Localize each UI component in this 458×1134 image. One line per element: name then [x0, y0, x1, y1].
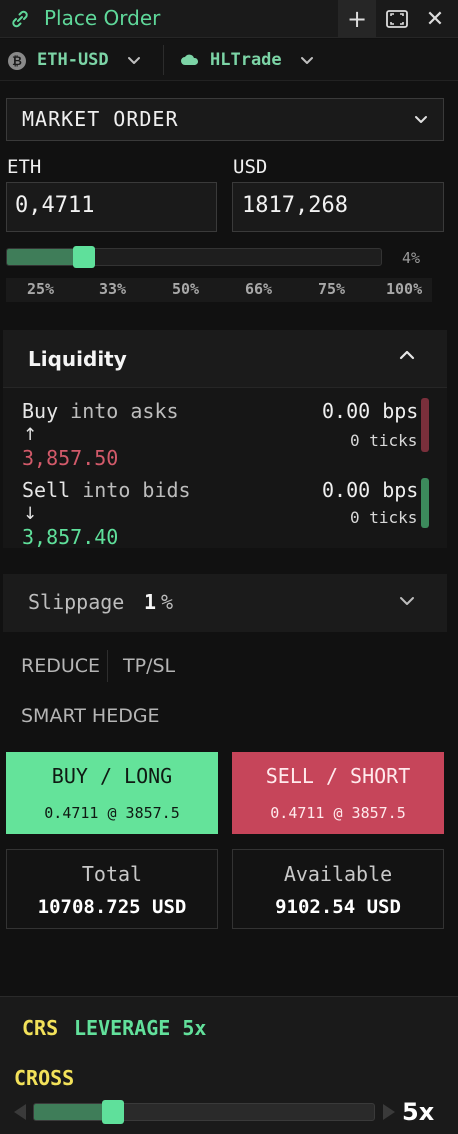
divider — [107, 650, 108, 682]
buy-verb: Buy — [22, 399, 59, 423]
increase-leverage-icon[interactable] — [383, 1104, 395, 1120]
ask-depth-bar — [421, 398, 429, 452]
buy-into-asks-label: Buy into asks — [22, 399, 179, 423]
leverage-slider-fill — [34, 1104, 108, 1120]
liquidity-title: Liquidity — [28, 347, 127, 371]
preset-33[interactable]: 33% — [99, 280, 126, 298]
reduce-toggle[interactable]: REDUCE — [21, 655, 100, 677]
order-type-value: MARKET ORDER — [22, 107, 179, 131]
size-presets — [6, 278, 432, 302]
bitcoin-coin-icon: ₿ — [8, 52, 26, 70]
margin-mode-short[interactable]: CRS — [22, 1016, 58, 1040]
buy-bps-value: 0.00 — [322, 399, 371, 423]
chevron-down-icon[interactable] — [127, 56, 141, 66]
size-percent: 4% — [402, 249, 421, 267]
close-button[interactable]: ✕ — [416, 0, 454, 38]
decrease-leverage-icon[interactable] — [14, 1104, 26, 1120]
leverage-slider-thumb[interactable] — [102, 1100, 124, 1124]
preset-25[interactable]: 25% — [27, 280, 54, 298]
total-box: Total 10708.725 USD — [6, 849, 218, 929]
sell-into-bids-label: Sell into bids — [22, 478, 191, 502]
leverage-label[interactable]: LEVERAGE 5x — [74, 1016, 206, 1040]
maximize-icon — [386, 10, 408, 28]
preset-100[interactable]: 100% — [386, 280, 422, 298]
exchange-selector[interactable]: HLTrade — [210, 50, 282, 70]
quote-amount-value: 1817,268 — [242, 193, 348, 218]
slippage-value: 1 — [144, 590, 157, 614]
smart-hedge-toggle[interactable]: SMART HEDGE — [21, 705, 160, 727]
maximize-button[interactable] — [378, 0, 416, 38]
bid-price: 3,857.40 — [22, 525, 119, 549]
tpsl-toggle[interactable]: TP/SL — [123, 655, 175, 677]
preset-66[interactable]: 66% — [245, 280, 272, 298]
sell-button-detail: 0.4711 @ 3857.5 — [270, 804, 406, 822]
arrow-down-icon: ↓ — [23, 504, 38, 524]
base-label: ETH — [7, 156, 42, 178]
ask-price: 3,857.50 — [22, 446, 119, 470]
sell-ticks: 0 ticks — [350, 508, 418, 527]
chevron-down-icon[interactable] — [399, 596, 415, 607]
buy-rest: into asks — [70, 399, 179, 423]
size-slider-thumb[interactable] — [73, 246, 95, 268]
bid-depth-bar — [421, 478, 429, 528]
buy-button-detail: 0.4711 @ 3857.5 — [44, 804, 180, 822]
buy-button-label: BUY / LONG — [51, 764, 173, 788]
divider — [163, 45, 164, 75]
sell-bps: 0.00 bps — [322, 478, 418, 502]
new-window-button[interactable]: + — [338, 0, 376, 38]
available-value: 9102.54 USD — [275, 896, 401, 918]
size-slider-fill — [7, 249, 79, 265]
chevron-up-icon[interactable] — [398, 349, 416, 361]
margin-mode[interactable]: CROSS — [14, 1066, 74, 1090]
buy-bps: 0.00 bps — [322, 399, 418, 423]
pair-selector[interactable]: ETH-USD — [37, 50, 109, 70]
base-amount-value: 0,4711 — [15, 193, 95, 218]
sell-button-label: SELL / SHORT — [265, 764, 411, 788]
link-icon — [12, 10, 28, 28]
available-box: Available 9102.54 USD — [232, 849, 444, 929]
buy-bps-unit: bps — [382, 399, 419, 423]
chevron-down-icon[interactable] — [300, 56, 314, 66]
sell-verb: Sell — [22, 478, 71, 502]
sell-short-button[interactable]: SELL / SHORT 0.4711 @ 3857.5 — [232, 752, 444, 834]
total-value: 10708.725 USD — [37, 896, 187, 918]
total-label: Total — [81, 862, 143, 886]
buy-long-button[interactable]: BUY / LONG 0.4711 @ 3857.5 — [6, 752, 218, 834]
slippage-label: Slippage — [28, 590, 125, 614]
preset-75[interactable]: 75% — [318, 280, 345, 298]
quote-label: USD — [233, 156, 268, 178]
sell-rest: into bids — [82, 478, 191, 502]
leverage-value: 5x — [402, 1098, 435, 1126]
sell-bps-unit: bps — [382, 478, 419, 502]
sell-bps-value: 0.00 — [322, 478, 371, 502]
window-title: Place Order — [44, 6, 161, 30]
available-label: Available — [283, 862, 393, 886]
chevron-down-icon — [415, 116, 427, 123]
preset-50[interactable]: 50% — [172, 280, 199, 298]
cloud-icon — [181, 54, 199, 65]
arrow-up-icon: ↑ — [23, 425, 38, 445]
slippage-unit: % — [161, 590, 174, 614]
buy-ticks: 0 ticks — [350, 431, 418, 450]
